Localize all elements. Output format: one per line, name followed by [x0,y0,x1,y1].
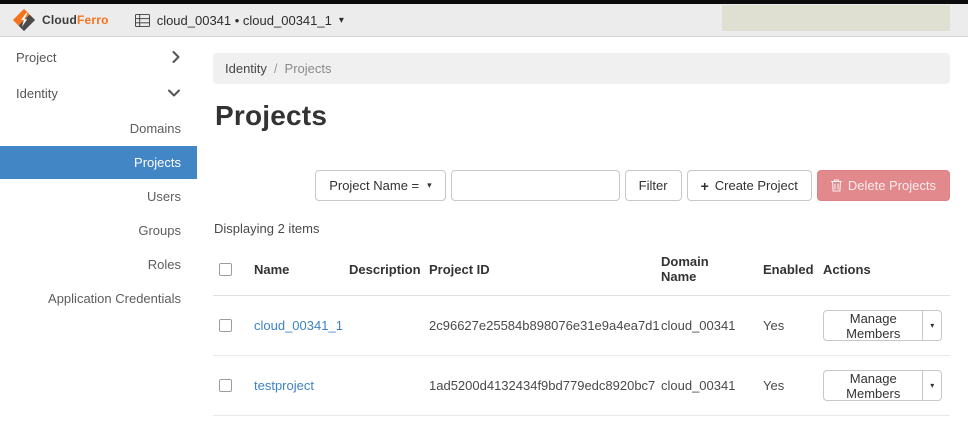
caret-down-icon: ▾ [339,15,344,26]
breadcrumb-projects: Projects [285,61,332,76]
column-header-enabled: Enabled [755,245,815,296]
column-header-project-id: Project ID [421,245,653,296]
project-name-link[interactable]: testproject [254,378,314,393]
breadcrumb-separator: / [274,61,278,76]
project-description-cell [341,356,421,416]
row-actions-dropdown-toggle[interactable]: ▾ [923,370,942,401]
table-toolbar: Project Name = ▾ Filter + Create Project… [213,170,950,201]
create-project-button[interactable]: + Create Project [687,170,812,201]
project-list-icon [135,14,150,27]
domain-name-cell: cloud_00341 [653,356,755,416]
chevron-down-icon [168,89,180,97]
column-header-description: Description [341,245,421,296]
table-row: cloud_00341_1 2c96627e25584b898076e31e9a… [213,296,950,356]
sidebar-item-groups[interactable]: Groups [0,214,197,247]
domain-name-cell: cloud_00341 [653,296,755,356]
autofill-highlight-box [722,5,950,31]
row-checkbox[interactable] [219,379,232,392]
delete-projects-label: Delete Projects [848,178,936,193]
column-header-actions: Actions [815,245,950,296]
row-actions-split-button: Manage Members ▾ [823,310,942,341]
sidebar-section-label: Project [16,50,56,65]
context-switcher-label: cloud_00341 • cloud_00341_1 [157,13,332,28]
filter-field-label: Project Name = [329,178,419,193]
manage-members-button[interactable]: Manage Members [823,310,923,341]
projects-table: Name Description Project ID Domain Name … [213,245,950,416]
filter-button[interactable]: Filter [625,170,682,201]
filter-field-dropdown[interactable]: Project Name = ▾ [315,170,445,201]
sidebar-section-project[interactable]: Project [0,39,197,75]
sidebar-item-roles[interactable]: Roles [0,248,197,281]
cloudferro-logo-icon [12,8,36,32]
table-row: testproject 1ad5200d4132434f9bd779edc892… [213,356,950,416]
page-title: Projects [215,100,950,132]
top-navbar: CloudFerro cloud_00341 • cloud_00341_1 ▾ [0,4,968,37]
chevron-right-icon [172,51,180,63]
sidebar-item-users[interactable]: Users [0,180,197,213]
sidebar-section-identity[interactable]: Identity [0,75,197,111]
delete-projects-button[interactable]: Delete Projects [817,170,950,201]
project-id-cell: 2c96627e25584b898076e31e9a4ea7d1 [421,296,653,356]
enabled-cell: Yes [755,296,815,356]
plus-icon: + [701,179,709,193]
breadcrumb-identity[interactable]: Identity [225,61,267,76]
caret-down-icon: ▾ [930,381,934,390]
sidebar-item-application-credentials[interactable]: Application Credentials [0,282,197,315]
trash-icon [831,179,842,192]
select-all-checkbox[interactable] [219,263,232,276]
project-id-cell: 1ad5200d4132434f9bd779edc8920bc7 [421,356,653,416]
sidebar-item-projects[interactable]: Projects [0,146,197,179]
filter-search-input[interactable] [451,170,620,201]
table-header-row: Name Description Project ID Domain Name … [213,245,950,296]
brand-logo-link[interactable]: CloudFerro [12,8,109,32]
manage-members-button[interactable]: Manage Members [823,370,923,401]
main-content: Identity / Projects Projects Project Name … [197,37,968,428]
items-count-top: Displaying 2 items [214,221,950,236]
sidebar-section-label: Identity [16,86,58,101]
column-header-domain-name: Domain Name [653,245,755,296]
sidebar-nav: Project Identity Domains Projects Users … [0,37,197,428]
column-header-name[interactable]: Name [246,245,341,296]
breadcrumb: Identity / Projects [213,53,950,84]
row-actions-dropdown-toggle[interactable]: ▾ [923,310,942,341]
brand-name: CloudFerro [42,13,109,27]
enabled-cell: Yes [755,356,815,416]
project-name-link[interactable]: cloud_00341_1 [254,318,343,333]
project-description-cell [341,296,421,356]
project-context-switcher[interactable]: cloud_00341 • cloud_00341_1 ▾ [135,13,344,28]
create-project-label: Create Project [715,178,798,193]
row-checkbox[interactable] [219,319,232,332]
caret-down-icon: ▾ [930,321,934,330]
sidebar-item-domains[interactable]: Domains [0,112,197,145]
caret-down-icon: ▾ [427,180,432,191]
row-actions-split-button: Manage Members ▾ [823,370,942,401]
